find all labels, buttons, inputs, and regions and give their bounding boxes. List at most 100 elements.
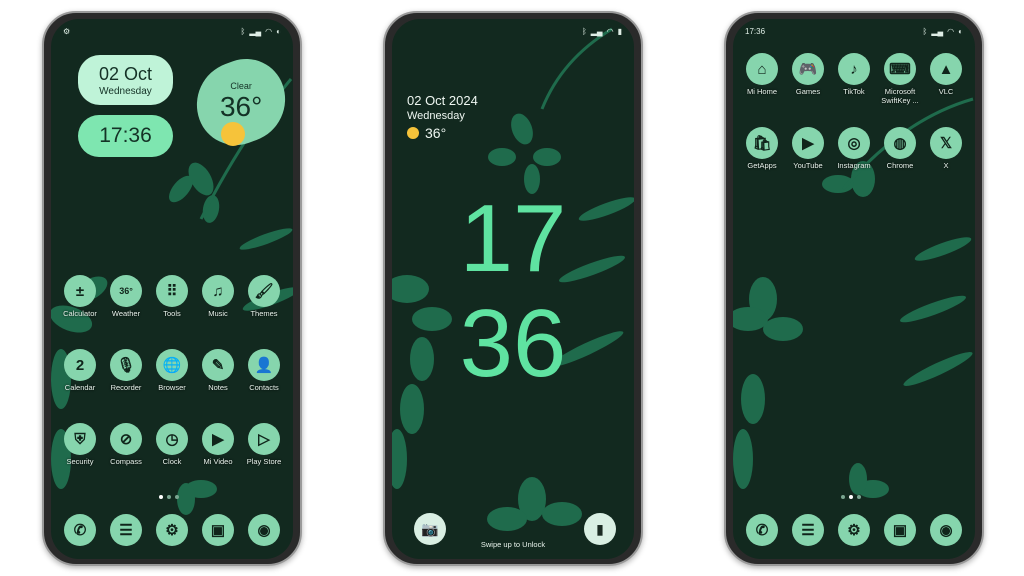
home-screen: ⚙ ᛒ ▂▄ ◠ ◐ 02 Oct Wednesday 17:36 Clear 36°… <box>51 19 293 559</box>
app-notes[interactable]: ✎ Notes <box>195 349 241 393</box>
widget-date: 02 Oct <box>98 63 153 84</box>
widget-time: 17:36 <box>99 124 152 147</box>
app-mi-home[interactable]: ⌂ Mi Home <box>739 53 785 97</box>
app-music[interactable]: ♫ Music <box>195 275 241 319</box>
calendar-icon: 2 <box>64 349 96 381</box>
wifi-icon: ◠ <box>606 26 614 36</box>
dock-gallery[interactable]: ▣ <box>195 514 241 546</box>
lock-clock-minute: 36 <box>459 290 567 397</box>
camera-icon: 📷 <box>421 520 439 537</box>
app-games[interactable]: 🎮 Games <box>785 53 831 97</box>
date-widget[interactable]: 02 Oct Wednesday <box>78 55 173 105</box>
signal-icon: ▂▄ <box>590 26 603 36</box>
messages-icon: ☰ <box>110 514 142 546</box>
battery-icon: ◐ <box>276 26 281 36</box>
camera-icon: ◉ <box>930 514 962 546</box>
app-instagram[interactable]: ◎ Instagram <box>831 127 877 171</box>
lock-date: 02 Oct 2024 <box>407 93 478 108</box>
dock-camera[interactable]: ◉ <box>923 514 969 546</box>
app-label: Play Store <box>246 457 282 466</box>
calculator-icon: ± <box>64 275 96 307</box>
app-play-store[interactable]: ▷ Play Store <box>241 423 287 467</box>
app-contacts[interactable]: 👤 Contacts <box>241 349 287 393</box>
music-note-icon: ♫ <box>202 275 234 307</box>
app-themes[interactable]: 🖌 Themes <box>241 275 287 319</box>
paint-roller-icon: 🖌 <box>248 275 280 307</box>
compass-icon: ⊘ <box>110 423 142 455</box>
weather-temp: 36° <box>219 91 263 122</box>
dock-gallery[interactable]: ▣ <box>877 514 923 546</box>
shield-icon: ⛨ <box>64 423 96 455</box>
bluetooth-icon: ᛒ <box>922 26 928 36</box>
app-label: Chrome <box>886 161 914 170</box>
bluetooth-icon: ᛒ <box>581 26 587 36</box>
dock-phone[interactable]: ✆ <box>739 514 785 546</box>
dock-messages[interactable]: ☰ <box>103 514 149 546</box>
app-label: Calendar <box>64 383 96 392</box>
app-recorder[interactable]: 🎙 Recorder <box>103 349 149 393</box>
app-label: GetApps <box>747 161 777 170</box>
phone-icon: ✆ <box>64 514 96 546</box>
weather-icon: 36° <box>110 275 142 307</box>
swiftkey-icon: ⌨ <box>884 53 916 85</box>
vlc-cone-icon: ▲ <box>930 53 962 85</box>
signal-icon: ▂▄ <box>931 26 944 36</box>
mi-home-icon: ⌂ <box>746 53 778 85</box>
settings-icon: ⚙ <box>156 514 188 546</box>
lock-screen: ᛒ ▂▄ ◠ ▮ 02 Oct 2024 Wednesday 36° 17 36 📷 … <box>392 19 634 559</box>
wifi-icon: ◠ <box>265 26 273 36</box>
play-store-icon: ▷ <box>248 423 280 455</box>
lock-day: Wednesday <box>407 110 465 122</box>
app-browser[interactable]: 🌐 Browser <box>149 349 195 393</box>
battery-icon: ▮ <box>617 26 622 36</box>
lock-temp: 36° <box>425 125 447 141</box>
app-tiktok[interactable]: ♪ TikTok <box>831 53 877 97</box>
app-label: Themes <box>250 309 278 318</box>
dock-messages[interactable]: ☰ <box>785 514 831 546</box>
page-indicator <box>841 495 861 499</box>
app-mi-video[interactable]: ▶ Mi Video <box>195 423 241 467</box>
youtube-icon: ▶ <box>792 127 824 159</box>
gallery-icon: ▣ <box>202 514 234 546</box>
status-bar: ᛒ ▂▄ ◠ ▮ <box>404 25 622 37</box>
status-bar: ⚙ ᛒ ▂▄ ◠ ◐ <box>63 25 281 37</box>
app-label: TikTok <box>843 87 865 96</box>
app-chrome[interactable]: ◍ Chrome <box>877 127 923 171</box>
app-compass[interactable]: ⊘ Compass <box>103 423 149 467</box>
home-screen-2: 17:36 ᛒ ▂▄ ◠ ◐ ⌂ Mi Home 🎮 Games ♪ TikTok ⌨ Micros… <box>733 19 975 559</box>
clock-icon: ◷ <box>156 423 188 455</box>
app-label: X <box>943 161 949 170</box>
app-label: YouTube <box>793 161 823 170</box>
x-logo-icon: 𝕏 <box>930 127 962 159</box>
camera-icon: ◉ <box>248 514 280 546</box>
gallery-icon: ▣ <box>884 514 916 546</box>
app-calculator[interactable]: ± Calculator <box>57 275 103 319</box>
app-vlc[interactable]: ▲ VLC <box>923 53 969 97</box>
swipe-hint[interactable]: Swipe up to Unlock <box>392 540 634 549</box>
app-microsoft-swiftkey[interactable]: ⌨ Microsoft SwiftKey ... <box>877 53 923 105</box>
widget-day: Wednesday <box>99 85 152 97</box>
app-getapps[interactable]: 🛍 GetApps <box>739 127 785 171</box>
dock-settings[interactable]: ⚙ <box>149 514 195 546</box>
app-security[interactable]: ⛨ Security <box>57 423 103 467</box>
status-bar: 17:36 ᛒ ▂▄ ◠ ◐ <box>745 25 963 37</box>
app-weather[interactable]: 36° Weather <box>103 275 149 319</box>
messages-icon: ☰ <box>792 514 824 546</box>
app-label: Weather <box>111 309 141 318</box>
dock-phone[interactable]: ✆ <box>57 514 103 546</box>
app-tools[interactable]: ⠿ Tools <box>149 275 195 319</box>
page-indicator <box>159 495 179 499</box>
gamepad-icon: 🎮 <box>792 53 824 85</box>
sun-icon <box>407 127 419 139</box>
app-label: Tools <box>163 309 181 318</box>
app-clock[interactable]: ◷ Clock <box>149 423 195 467</box>
app-youtube[interactable]: ▶ YouTube <box>785 127 831 171</box>
dock-camera[interactable]: ◉ <box>241 514 287 546</box>
app-x[interactable]: 𝕏X <box>923 127 969 171</box>
app-calendar[interactable]: 2 Calendar <box>57 349 103 393</box>
wallpaper-leaves <box>733 97 974 498</box>
dock-settings[interactable]: ⚙ <box>831 514 877 546</box>
app-label: Compass <box>110 457 142 466</box>
time-widget[interactable]: 17:36 <box>78 115 173 157</box>
app-label: Clock <box>162 457 182 466</box>
